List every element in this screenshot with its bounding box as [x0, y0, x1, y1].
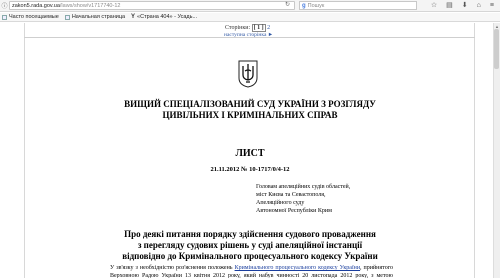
download-icon[interactable]: ⬇	[462, 1, 468, 10]
addressee-line: міст Києва та Севастополя,	[256, 192, 326, 198]
bookmarks-bar: Часто посещаемые Начальная страница Y «С…	[0, 13, 500, 22]
scrollbar[interactable]: ▲	[493, 23, 500, 278]
addressee-line: Головам апеляційних судів областей,	[256, 184, 351, 190]
subject-line: з перегляду судових рішень у суді апеляц…	[137, 240, 363, 250]
search-engine-icon: g	[302, 2, 306, 9]
document-body: У зв'язку з необхідністю роз'яснення пол…	[110, 264, 393, 278]
frame-border-left	[24, 23, 25, 278]
coat-of-arms-icon	[238, 60, 258, 88]
pager-label: Сторінки:	[225, 25, 251, 31]
scroll-thumb[interactable]	[494, 29, 499, 69]
document-subject: Про деякі питання порядку здійснення суд…	[100, 229, 400, 262]
criminal-procedure-code-link[interactable]: Кримінального процесуального кодексу Укр…	[235, 265, 360, 271]
bookmark-label: «Страна 404» - Усадь...	[137, 14, 198, 20]
bookmark-label: Часто посещаемые	[9, 14, 59, 20]
addressees: Головам апеляційних судів областей, міст…	[256, 183, 350, 215]
bookmark-country-404[interactable]: Y «Страна 404» - Усадь...	[131, 14, 197, 20]
bookmark-label: Начальная страница	[71, 14, 126, 20]
page-icon	[64, 14, 70, 20]
url-path: /laws/show/v1717740-12	[59, 2, 121, 9]
frame-border-right	[474, 23, 475, 278]
bookmark-start-page[interactable]: Начальная страница	[64, 14, 126, 20]
addressee-line: Апеляційного суду	[256, 200, 305, 206]
organization-name: ВИЩИЙ СПЕЦІАЛІЗОВАНИЙ СУД УКРАЇНИ З РОЗГ…	[124, 99, 376, 120]
home-icon[interactable]: ⌂	[477, 1, 481, 10]
document-date-number: 21.11.2012 № 10-1717/0/4-12	[210, 166, 290, 173]
url-host: zakon5.rada.gov.ua	[12, 2, 60, 9]
reload-icon[interactable]: ↻	[285, 1, 290, 8]
clipboard-icon[interactable]: ▤	[446, 1, 453, 10]
bookmark-frequent[interactable]: Часто посещаемые	[2, 14, 59, 20]
search-placeholder: Пошук	[307, 2, 325, 9]
pager-current: [ 1 ]	[251, 24, 266, 32]
body-prefix: У зв'язку з необхідністю роз'яснення пол…	[110, 265, 233, 271]
pagination: Сторінки: [ 1 ] 2	[225, 24, 270, 32]
addressee-line: Автономної Республіки Крим	[256, 208, 332, 214]
search-bar[interactable]: g Пошук	[299, 1, 417, 10]
subject-line: Про деякі питання порядку здійснення суд…	[124, 229, 376, 239]
browser-toolbar: ⓘ zakon5.rada.gov.ua /laws/show/v1717740…	[0, 0, 500, 12]
menu-icon[interactable]: ≡	[490, 1, 494, 10]
next-page-link[interactable]: наступна сторінка ►	[224, 32, 273, 38]
yandex-icon: Y	[131, 14, 136, 20]
folder-icon	[2, 14, 7, 20]
star-icon[interactable]: ☆	[431, 1, 437, 10]
subject-line: відповідно до Кримінального процесуально…	[122, 251, 378, 261]
document-type: ЛИСТ	[235, 148, 265, 159]
pager-page-2-link[interactable]: 2	[267, 25, 270, 31]
page-info-icon[interactable]: ⓘ	[1, 2, 8, 10]
page-content: Сторінки: [ 1 ] 2 наступна сторінка ► ВИ…	[0, 23, 500, 278]
address-bar[interactable]: zakon5.rada.gov.ua /laws/show/v1717740-1…	[9, 1, 295, 10]
